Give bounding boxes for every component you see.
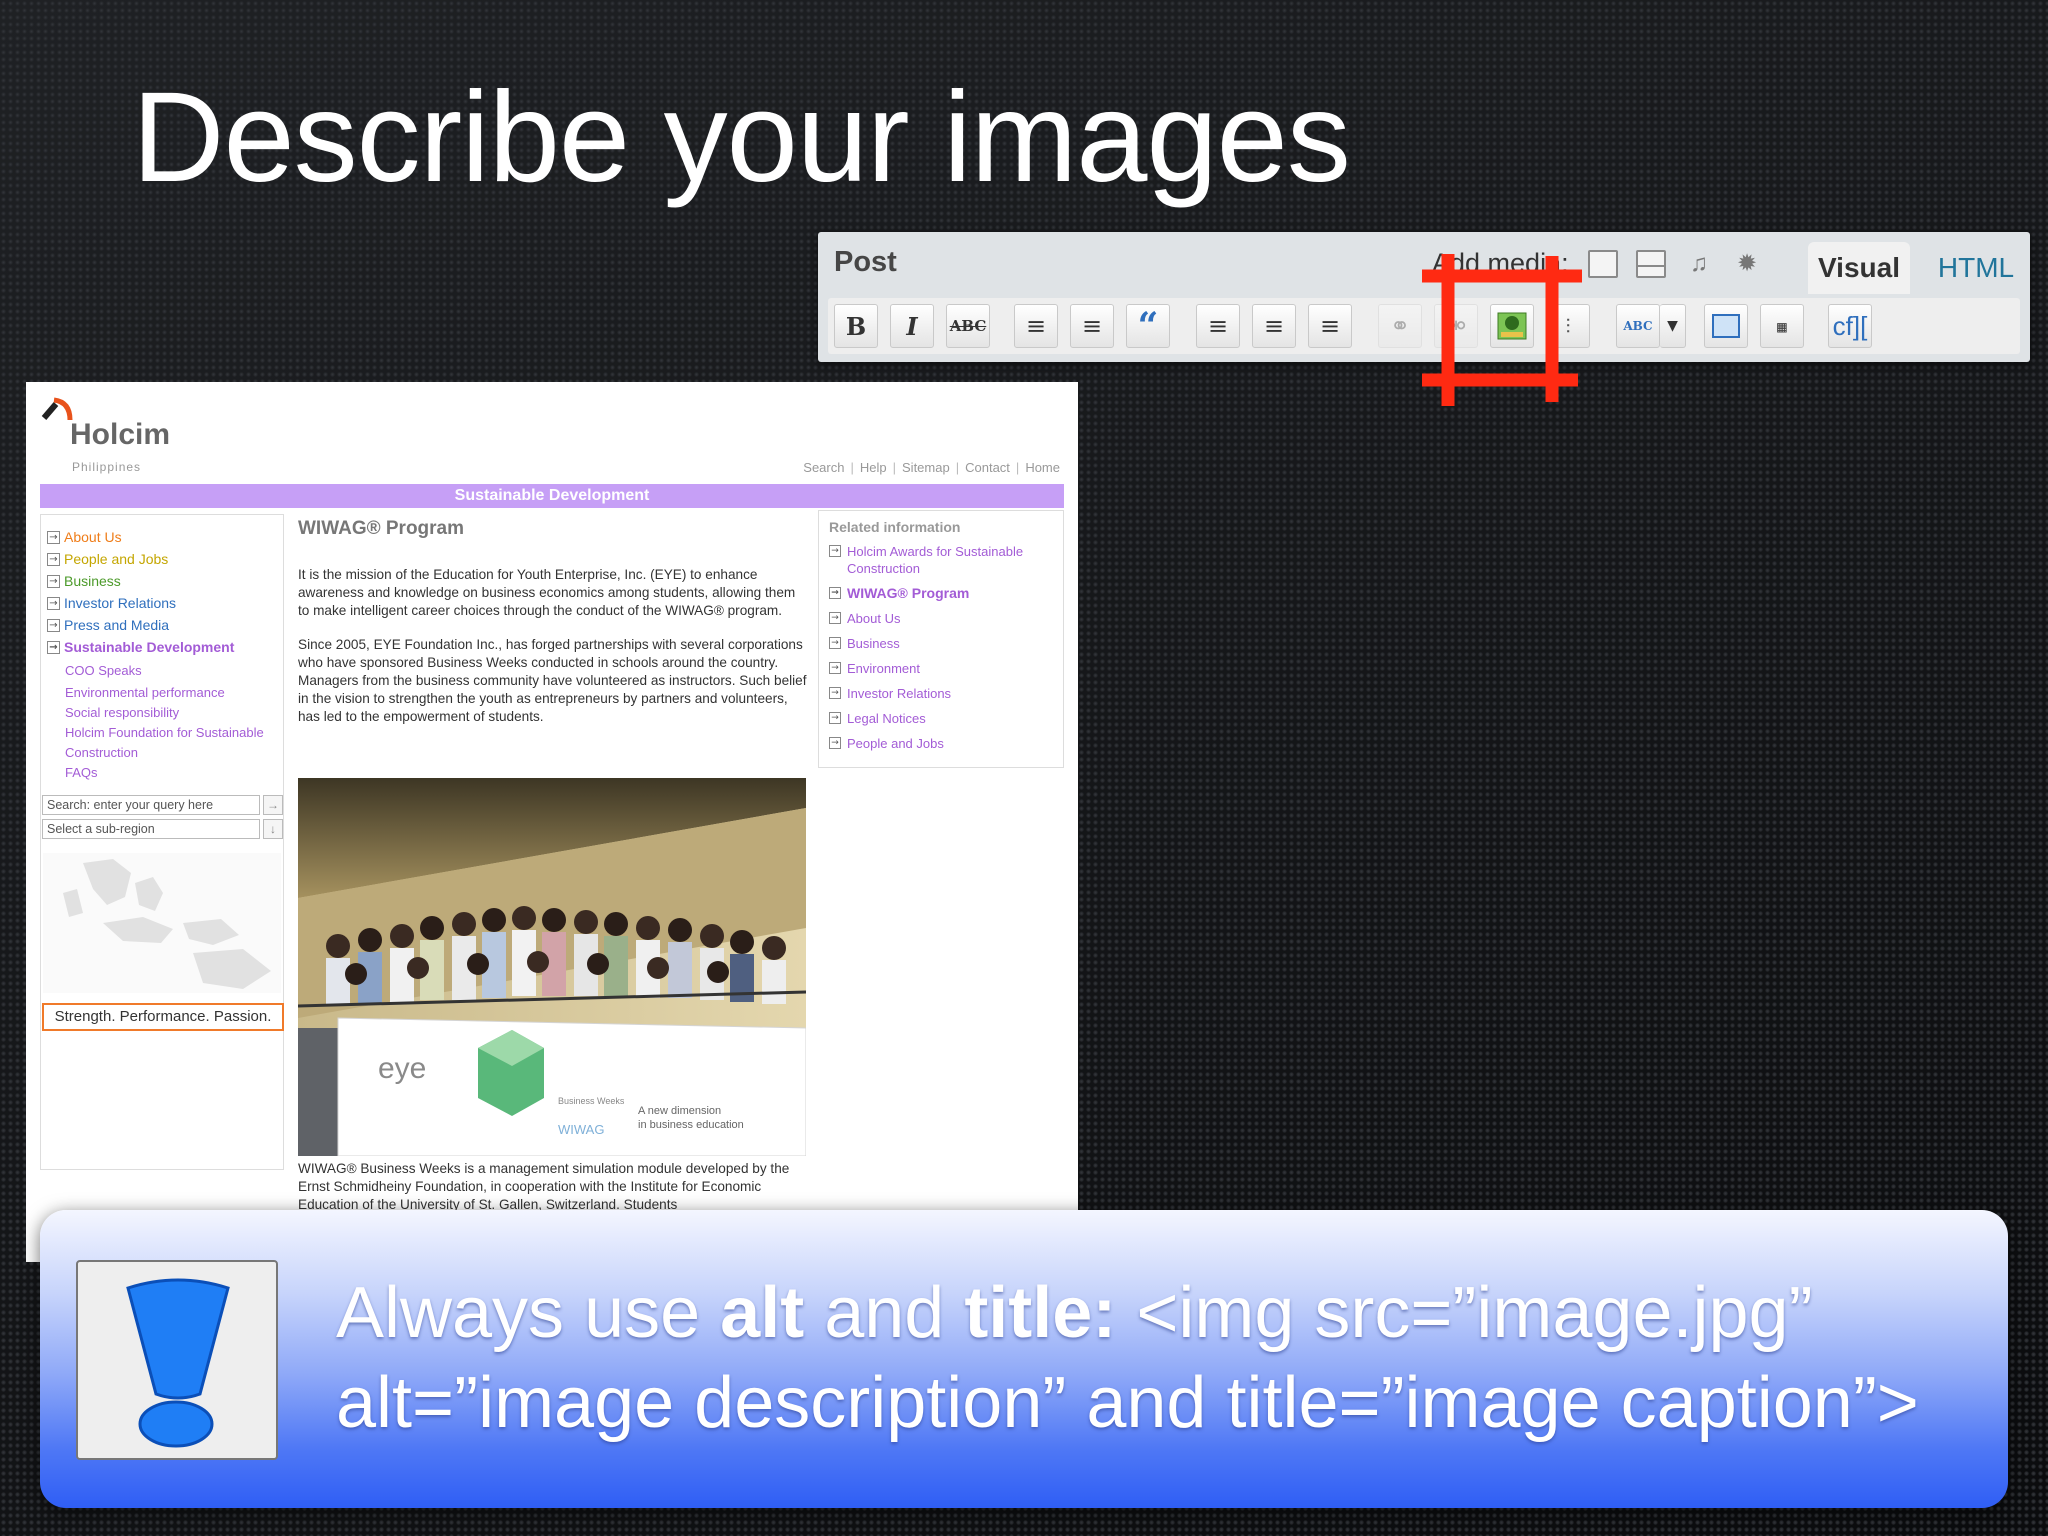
related-information: Related information → Holcim Awards for S… (818, 510, 1064, 768)
leftnav-item-people[interactable]: → People and Jobs (47, 551, 168, 567)
tip-line-2: alt=”image description” and title=”image… (336, 1363, 1919, 1443)
related-item[interactable]: → Environment (829, 660, 1053, 677)
link-icon[interactable]: ⚭ (1378, 304, 1422, 348)
add-media-icon[interactable]: ✹ (1732, 250, 1762, 278)
tip-callout: Always use alt and title: <img src=”imag… (40, 1210, 2008, 1508)
banner-sub2: A new dimension (638, 1105, 721, 1117)
add-gallery-icon[interactable] (1636, 250, 1666, 278)
strikethrough-button[interactable]: ABC (946, 304, 990, 348)
numbered-list-button[interactable]: ≡ (1070, 304, 1114, 348)
leftnav-item-investor[interactable]: → Investor Relations (47, 595, 176, 611)
arrow-box-icon: → (829, 587, 841, 599)
left-tools: Search: enter your query here → Select a… (41, 793, 285, 1173)
exclamation-icon (76, 1260, 278, 1460)
related-item[interactable]: → About Us (829, 610, 1053, 627)
italic-button[interactable]: I (890, 304, 934, 348)
content-paragraph-2: Since 2005, EYE Foundation Inc., has for… (298, 637, 807, 724)
holcim-logo[interactable]: Holcim (70, 418, 170, 452)
content-title: WIWAG® Program (298, 518, 465, 539)
spellcheck-button[interactable]: ABC (1616, 304, 1660, 348)
align-right-button[interactable]: ≡ (1308, 304, 1352, 348)
nav-contact-link[interactable]: Contact (965, 460, 1010, 475)
related-item-active[interactable]: → WIWAG® Program (829, 585, 1053, 602)
alt-word: alt (720, 1273, 805, 1353)
leftnav-item-sustainable[interactable]: → Sustainable Development (47, 639, 234, 655)
banner-brand: WIWAG (558, 1122, 604, 1137)
group-photo: eye Business Weeks A new dimension in bu… (298, 778, 806, 1156)
logo-subtitle: Philippines (72, 460, 142, 474)
fullscreen-icon[interactable] (1704, 304, 1748, 348)
arrow-box-icon: → (829, 545, 841, 557)
title-word: title: (964, 1273, 1117, 1353)
subnav-construction[interactable]: Construction (65, 743, 138, 763)
nav-sitemap-link[interactable]: Sitemap (902, 460, 950, 475)
arrow-box-icon: → (829, 612, 841, 624)
subnav-faqs[interactable]: FAQs (65, 763, 98, 783)
subnav-coo[interactable]: COO Speaks (65, 661, 142, 681)
search-go-button[interactable]: → (263, 795, 283, 815)
nav-help-link[interactable]: Help (860, 460, 887, 475)
arrow-box-icon: → (829, 687, 841, 699)
bold-button[interactable]: B (834, 304, 878, 348)
kitchen-sink-icon[interactable]: ▦ (1760, 304, 1804, 348)
blockquote-button[interactable]: “ (1126, 304, 1170, 348)
leftnav-item-business[interactable]: → Business (47, 573, 121, 589)
region-go-button[interactable]: ↓ (263, 819, 283, 839)
leftnav-item-about[interactable]: → About Us (47, 529, 122, 545)
arrow-box-icon: → (829, 737, 841, 749)
related-item[interactable]: → People and Jobs (829, 735, 1053, 752)
subnav-foundation[interactable]: Holcim Foundation for Sustainable (65, 723, 264, 743)
subnav-social[interactable]: Social responsibility (65, 703, 179, 723)
holcim-logo-icon (41, 397, 73, 421)
align-left-button[interactable]: ≡ (1196, 304, 1240, 348)
nav-home-link[interactable]: Home (1025, 460, 1060, 475)
related-item[interactable]: → Investor Relations (829, 685, 1053, 702)
section-title-bar: Sustainable Development (40, 484, 1064, 508)
content-paragraph-3: WIWAG® Business Weeks is a management si… (298, 1161, 790, 1212)
post-label: Post (834, 246, 897, 278)
arrow-box-icon: → (829, 662, 841, 674)
arrow-box-icon: → (47, 640, 60, 654)
related-title: Related information (829, 519, 961, 535)
related-item[interactable]: → Business (829, 635, 1053, 652)
banner-logo: eye (378, 1052, 426, 1085)
arrow-box-icon: → (47, 618, 60, 632)
holcim-website-screenshot: Holcim Philippines Search | Help | Sitemap… (26, 382, 1078, 1262)
left-navigation: → About Us → People and Jobs → Business → In… (40, 514, 284, 1170)
highlight-marker (1422, 254, 1582, 406)
top-navigation: Search | Help | Sitemap | Contact | Home (803, 460, 1060, 475)
add-audio-icon[interactable]: ♫ (1684, 250, 1714, 278)
arrow-box-icon: → (47, 530, 60, 544)
arrow-box-icon: → (829, 637, 841, 649)
align-center-button[interactable]: ≡ (1252, 304, 1296, 348)
arrow-box-icon: → (829, 712, 841, 724)
tip-line-1: Always use alt and title: <img src=”imag… (336, 1273, 1813, 1353)
main-content: WIWAG® Program It is the mission of the … (298, 514, 810, 1254)
banner-sub3: in business education (638, 1119, 744, 1131)
tab-visual[interactable]: Visual (1808, 242, 1910, 294)
leftnav-item-press[interactable]: → Press and Media (47, 617, 169, 633)
nav-search-link[interactable]: Search (803, 460, 844, 475)
slide-title: Describe your images (132, 66, 1351, 209)
spellcheck-dropdown[interactable]: ▼ (1660, 304, 1686, 348)
banner-sub1: Business Weeks (558, 1096, 625, 1106)
region-select[interactable]: Select a sub-region (42, 819, 260, 839)
subnav-environment[interactable]: Environmental performance (65, 683, 225, 703)
arrow-box-icon: → (47, 552, 60, 566)
spellcheck-label: ABC (1623, 319, 1653, 333)
tab-html[interactable]: HTML (1928, 242, 2024, 294)
arrow-box-icon: → (47, 574, 60, 588)
region-map[interactable] (43, 853, 281, 993)
related-item[interactable]: → Holcim Awards for Sustainable Construct… (829, 543, 1053, 577)
related-item[interactable]: → Legal Notices (829, 710, 1053, 727)
media-icons: ♫ ✹ (1588, 250, 1762, 278)
content-paragraph-1: It is the mission of the Education for Y… (298, 567, 796, 618)
tip-text: Always use alt and title: <img src=”imag… (336, 1268, 1996, 1448)
arrow-box-icon: → (47, 596, 60, 610)
tagline-banner: Strength. Performance. Passion. (42, 1003, 284, 1031)
add-image-icon[interactable] (1588, 250, 1618, 278)
site-search-input[interactable]: Search: enter your query here (42, 795, 260, 815)
cforms-button[interactable]: cf][ (1828, 304, 1872, 348)
bullet-list-button[interactable]: ≡ (1014, 304, 1058, 348)
